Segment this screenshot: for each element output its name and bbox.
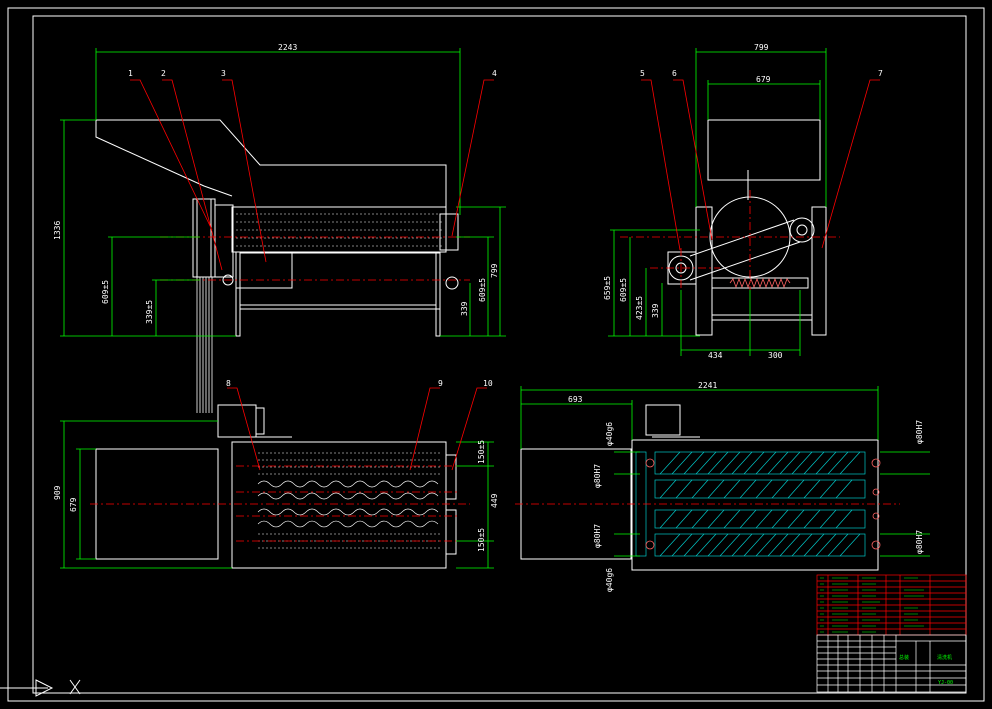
dim-top-pitch1: 150±5: [477, 440, 486, 464]
dim-top-width-outer: 909: [53, 485, 62, 500]
front-roller-pattern: [236, 213, 442, 247]
top-view: 909 679 150±5 449 150±5: [53, 404, 499, 569]
top-roller-pattern: [257, 452, 440, 549]
dim-front-right2: 609±5: [478, 278, 487, 302]
dim-side-w2: 300: [768, 351, 783, 360]
title-drawing-no: YJ-00: [938, 680, 953, 686]
title-label-assembly: 总装: [899, 654, 909, 661]
dim-sec-bore3: φ80H7: [593, 524, 602, 548]
dim-front-height: 1336: [53, 221, 62, 240]
side-view: 799 679 659±5 609±5 423±5 339 434 300: [603, 43, 840, 360]
dim-sec-bore4: φ40g6: [605, 568, 614, 592]
dim-top-width-inner: 679: [69, 497, 78, 512]
dim-front-right1: 339: [460, 301, 469, 316]
balloon-8: 8: [226, 379, 231, 388]
cad-drawing: 2243 1336 609±5 339±5 339 609±5 799 799 …: [0, 7, 985, 702]
balloon-9: 9: [438, 379, 443, 388]
dim-front-shaft2: 339±5: [145, 300, 154, 324]
dim-side-h4: 339: [651, 303, 660, 318]
dim-front-right3: 799: [490, 263, 499, 278]
balloon-6: 6: [672, 69, 677, 78]
front-view: 2243 1336 609±5 339±5 339 609±5 799: [53, 43, 506, 413]
dim-sec-length: 2241: [698, 381, 717, 390]
title-label-machine: 清洗机: [937, 654, 952, 661]
balloon-7: 7: [878, 69, 883, 78]
section-dimensions: [520, 386, 930, 557]
part-leaders: [130, 79, 880, 471]
dim-sec-bore5: φ80H7: [915, 420, 924, 444]
top-dimensions: [60, 420, 494, 569]
dim-side-width-outer: 799: [754, 43, 769, 52]
dim-sec-offset: 693: [568, 395, 583, 404]
balloon-1: 1: [128, 69, 133, 78]
dim-sec-bore1: φ40g6: [605, 422, 614, 446]
dim-side-h2: 609±5: [619, 278, 628, 302]
front-belts: [196, 277, 213, 413]
balloon-2: 2: [161, 69, 166, 78]
dim-side-h1: 659±5: [603, 276, 612, 300]
dim-side-width-inner: 679: [756, 75, 771, 84]
balloon-4: 4: [492, 69, 497, 78]
balloon-10: 10: [483, 379, 493, 388]
drawing-frame: [7, 7, 985, 702]
dim-front-length: 2243: [278, 43, 297, 52]
title-block: 总装 清洗机 YJ-00: [816, 574, 967, 693]
dim-side-h3: 423±5: [635, 296, 644, 320]
dim-side-w1: 434: [708, 351, 723, 360]
balloon-3: 3: [221, 69, 226, 78]
section-view: 2241 693 φ40g6 φ80H7 φ80H7 φ40g6 φ80H7 φ…: [515, 381, 930, 592]
front-dimensions: [60, 48, 506, 337]
ucs-icon: [0, 679, 81, 697]
dim-top-pitch3: 150±5: [477, 528, 486, 552]
dim-top-pitch2: 449: [490, 493, 499, 508]
dim-sec-bore6: φ80H7: [915, 530, 924, 554]
side-spring: [729, 277, 791, 289]
balloon-5: 5: [640, 69, 645, 78]
dim-sec-bore2: φ80H7: [593, 464, 602, 488]
dim-front-shaft1: 609±5: [101, 280, 110, 304]
